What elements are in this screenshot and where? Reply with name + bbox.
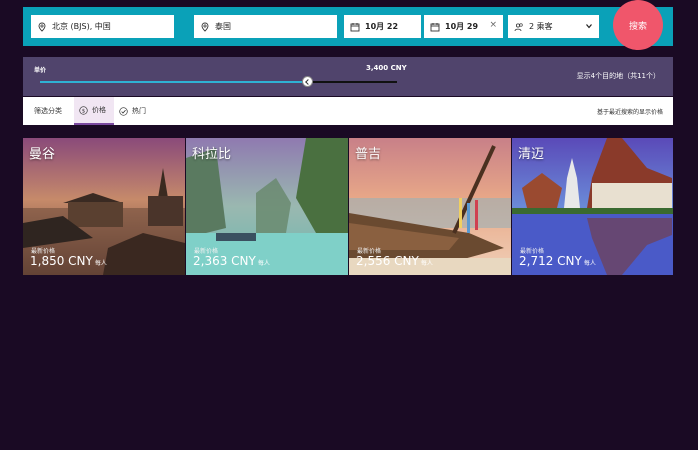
destination-name: 清迈 xyxy=(518,147,545,162)
passengers-value: 2 乘客 xyxy=(529,22,553,31)
price-amount: 2,712 CNY xyxy=(519,254,582,268)
destination-name: 普吉 xyxy=(355,147,382,162)
destination-name: 曼谷 xyxy=(29,147,56,162)
price-slider-track[interactable] xyxy=(308,81,397,83)
per-person-label: 每人 xyxy=(94,260,107,267)
destination-card-bangkok[interactable]: 曼谷 最新价格 1,850 CNY 每人 xyxy=(23,138,185,275)
return-date-field[interactable]: 10月 29 × xyxy=(424,15,503,38)
per-person-label: 每人 xyxy=(257,260,270,267)
destination-name: 科拉比 xyxy=(192,147,232,162)
result-count: 显示4个目的地（共11个） xyxy=(576,72,660,80)
destination-price: 2,712 CNY 每人 xyxy=(519,254,596,268)
destination-field[interactable]: 泰国 xyxy=(194,15,337,38)
clear-return-date-icon[interactable]: × xyxy=(489,20,497,30)
origin-value: 北京 (BJS), 中国 xyxy=(52,22,111,31)
search-bar: 北京 (BJS), 中国 泰国 10月 22 10月 29 × 2 乘客 搜索 xyxy=(23,0,673,50)
price-filter-value: 3,400 CNY xyxy=(366,64,407,72)
destination-card-chiang-mai[interactable]: 清迈 最新价格 2,712 CNY 每人 xyxy=(512,138,673,275)
passengers-icon xyxy=(514,22,524,32)
destination-card-phuket[interactable]: 普吉 最新价格 2,556 CNY 每人 xyxy=(349,138,511,275)
destination-price: 1,850 CNY 每人 xyxy=(30,254,107,268)
price-amount: 2,363 CNY xyxy=(193,254,256,268)
destination-card-krabi[interactable]: 科拉比 最新价格 2,363 CNY 每人 xyxy=(186,138,348,275)
price-filter-label: 单价 xyxy=(34,67,47,74)
passengers-select[interactable]: 2 乘客 xyxy=(508,15,599,38)
location-pin-icon xyxy=(37,22,47,32)
dollar-icon: $ xyxy=(79,105,88,115)
depart-date-value: 10月 22 xyxy=(365,22,399,31)
depart-date-field[interactable]: 10月 22 xyxy=(344,15,421,38)
calendar-icon xyxy=(430,22,440,32)
price-amount: 1,850 CNY xyxy=(30,254,93,268)
price-amount: 2,556 CNY xyxy=(356,254,419,268)
tab-popular[interactable]: 热门 xyxy=(119,97,146,125)
price-note: 基于最近搜索的显示价格 xyxy=(596,109,663,116)
tab-popular-label: 热门 xyxy=(132,107,146,115)
calendar-icon xyxy=(350,22,360,32)
search-button[interactable]: 搜索 xyxy=(613,0,663,50)
filter-bar: 筛选分类 $ 价格 热门 基于最近搜索的显示价格 xyxy=(23,97,673,125)
price-slider-handle[interactable] xyxy=(302,76,313,87)
per-person-label: 每人 xyxy=(583,260,596,267)
tab-price[interactable]: $ 价格 xyxy=(74,97,114,125)
destination-price: 2,556 CNY 每人 xyxy=(356,254,433,268)
destination-price: 2,363 CNY 每人 xyxy=(193,254,270,268)
svg-text:$: $ xyxy=(82,108,86,114)
price-filter-panel: 单价 3,400 CNY 显示4个目的地（共11个） xyxy=(23,57,673,96)
return-date-value: 10月 29 xyxy=(445,22,479,31)
price-slider-fill xyxy=(40,81,308,83)
per-person-label: 每人 xyxy=(420,260,433,267)
chevron-down-icon xyxy=(586,24,592,29)
location-pin-icon xyxy=(200,22,210,32)
origin-field[interactable]: 北京 (BJS), 中国 xyxy=(31,15,174,38)
check-circle-icon xyxy=(119,106,128,116)
destination-value: 泰国 xyxy=(215,22,231,31)
filter-categories-label: 筛选分类 xyxy=(34,107,62,115)
tab-price-label: 价格 xyxy=(92,106,106,114)
